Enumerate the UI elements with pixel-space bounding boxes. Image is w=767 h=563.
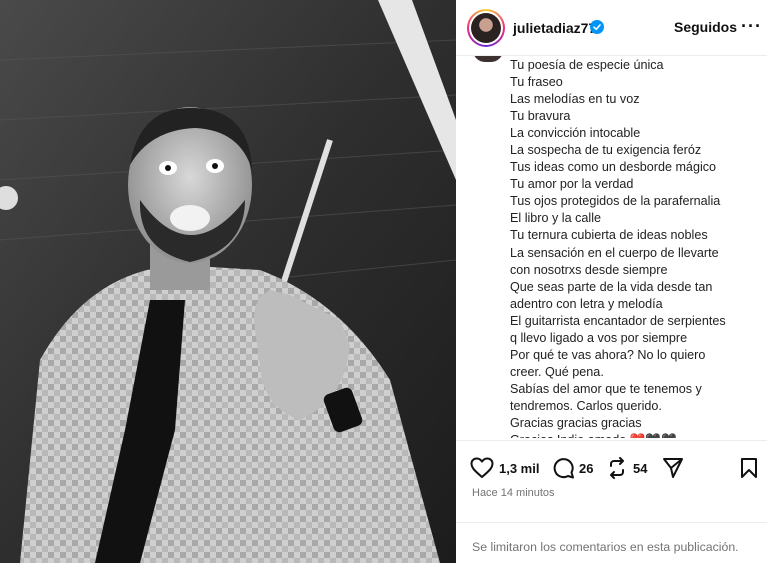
repost-action[interactable]: 54 bbox=[606, 457, 647, 479]
save-action[interactable] bbox=[740, 457, 758, 479]
avatar[interactable] bbox=[467, 9, 505, 47]
caption-line: El guitarrista encantador de serpientes bbox=[510, 313, 726, 328]
comments-count: 26 bbox=[579, 460, 594, 476]
caption-line: La sensación en el cuerpo de llevarte bbox=[510, 245, 719, 260]
caption-line: con nosotrxs desde siempre bbox=[510, 262, 668, 277]
caption-line: Tu fraseo bbox=[510, 75, 563, 90]
avatar-image bbox=[471, 13, 501, 43]
caption-line: Tu ternura cubierta de ideas nobles bbox=[510, 228, 708, 243]
post-timestamp[interactable]: Hace 14 minutos bbox=[472, 487, 555, 499]
following-button[interactable]: Seguidos bbox=[674, 19, 737, 35]
verified-badge-icon bbox=[590, 20, 604, 34]
caption-line: tendremos. Carlos querido. bbox=[510, 398, 662, 413]
likes-count: 1,3 mil bbox=[499, 460, 540, 476]
caption-line: q llevo ligado a vos por siempre bbox=[510, 330, 688, 345]
comment-icon bbox=[553, 458, 574, 479]
caption-line: Las melodías en tu voz bbox=[510, 92, 640, 107]
caption-avatar[interactable] bbox=[473, 56, 503, 62]
post-side-panel: julietadiaz77 Seguidos ··· Tu poesía de … bbox=[456, 0, 767, 563]
caption-line: Tus ojos protegidos de la parafernalia bbox=[510, 194, 721, 209]
comment-action[interactable]: 26 bbox=[552, 457, 593, 479]
username-link[interactable]: julietadiaz77 bbox=[513, 20, 596, 36]
caption: Tu poesía de especie única Tu fraseo Las m… bbox=[456, 56, 767, 438]
comments-restricted-notice: Se limitaron los comentarios en esta pub… bbox=[456, 522, 767, 563]
caption-line: El libro y la calle bbox=[510, 211, 601, 226]
caption-line: Tu amor por la verdad bbox=[510, 177, 634, 192]
caption-line: La convicción intocable bbox=[510, 126, 641, 141]
caption-line: Sabías del amor que te tenemos y bbox=[510, 381, 702, 396]
caption-line: Tu bravura bbox=[510, 109, 571, 124]
more-options-icon[interactable]: ··· bbox=[741, 16, 762, 37]
post-header: julietadiaz77 Seguidos ··· bbox=[456, 0, 767, 56]
caption-text: Tu poesía de especie única Tu fraseo Las m… bbox=[510, 57, 760, 438]
caption-line: adentro con letra y melodía bbox=[510, 296, 663, 311]
caption-line: Gracias gracias gracias bbox=[510, 415, 642, 430]
heart-icon bbox=[470, 457, 494, 478]
caption-line: Por qué te vas ahora? No lo quiero bbox=[510, 347, 706, 362]
bookmark-icon bbox=[741, 458, 757, 478]
repost-icon bbox=[610, 457, 624, 479]
post-photo[interactable] bbox=[0, 0, 456, 563]
reposts-count: 54 bbox=[633, 460, 648, 476]
caption-line: Que seas parte de la vida desde tan bbox=[510, 279, 713, 294]
post-actions: 1,3 mil 26 54 Hace 14 minutos bbox=[456, 440, 767, 512]
comments-restricted-text: Se limitaron los comentarios en esta pub… bbox=[472, 540, 739, 554]
caption-line: Tu poesía de especie única bbox=[510, 58, 664, 72]
caption-line: La sospecha de tu exigencia feróz bbox=[510, 143, 702, 158]
caption-line: creer. Qué pena. bbox=[510, 364, 604, 379]
share-icon bbox=[663, 458, 683, 478]
caption-line: Tus ideas como un desborde mágico bbox=[510, 160, 717, 175]
share-action[interactable] bbox=[662, 457, 684, 479]
caption-line: Gracias Indio amado ❤️🖤🖤 bbox=[510, 432, 760, 438]
like-action[interactable]: 1,3 mil bbox=[470, 457, 539, 479]
